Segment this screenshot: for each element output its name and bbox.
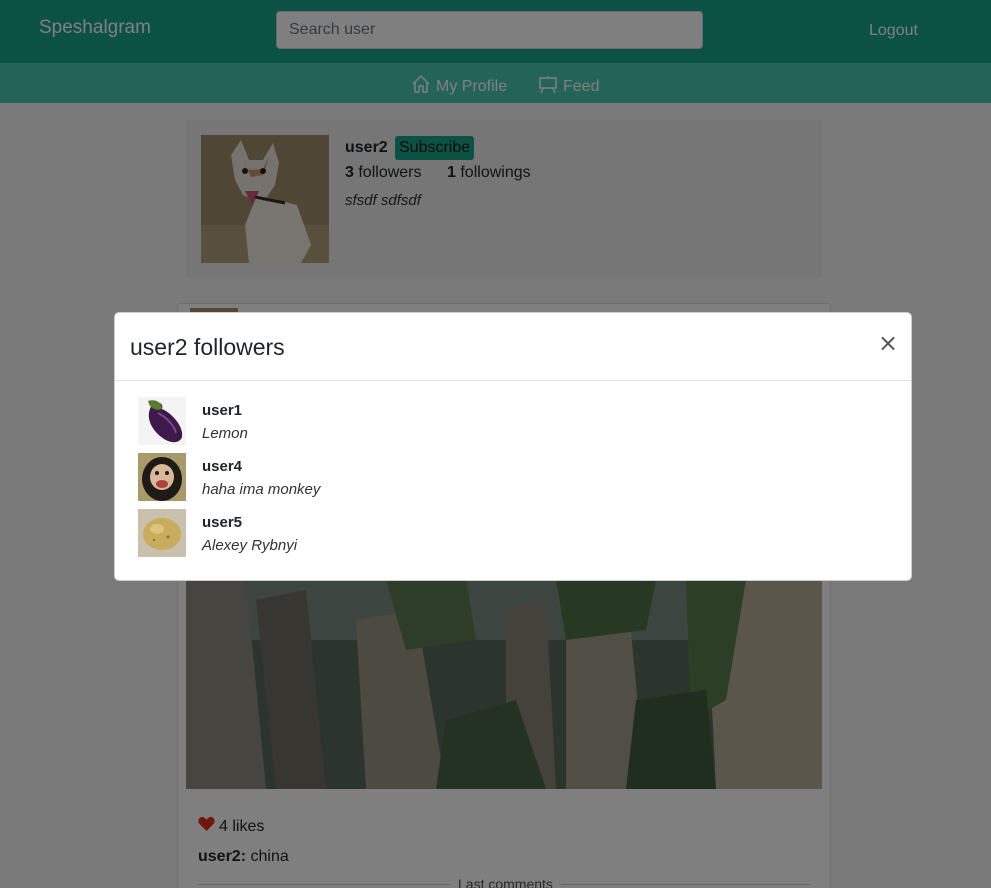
close-icon[interactable]: × xyxy=(877,329,899,357)
follower-avatar-monkey[interactable] xyxy=(138,453,186,501)
modal-title: user2 followers xyxy=(130,334,285,360)
follower-name[interactable]: user4 xyxy=(202,458,242,475)
follower-name[interactable]: user1 xyxy=(202,402,242,419)
follower-item[interactable]: user4 haha ima monkey xyxy=(138,453,738,501)
follower-item[interactable]: user1 Lemon xyxy=(138,397,738,445)
modal-header: user2 followers × xyxy=(115,313,911,381)
follower-bio: Lemon xyxy=(202,425,248,442)
follower-name[interactable]: user5 xyxy=(202,514,242,531)
follower-item[interactable]: user5 Alexey Rybnyi xyxy=(138,509,738,557)
follower-avatar-potato[interactable] xyxy=(138,509,186,557)
follower-bio: Alexey Rybnyi xyxy=(202,537,298,554)
follower-bio: haha ima monkey xyxy=(202,481,321,498)
follower-avatar-eggplant[interactable] xyxy=(138,397,186,445)
followers-modal: user2 followers × user1 Lemon user4 haha… xyxy=(114,312,912,581)
